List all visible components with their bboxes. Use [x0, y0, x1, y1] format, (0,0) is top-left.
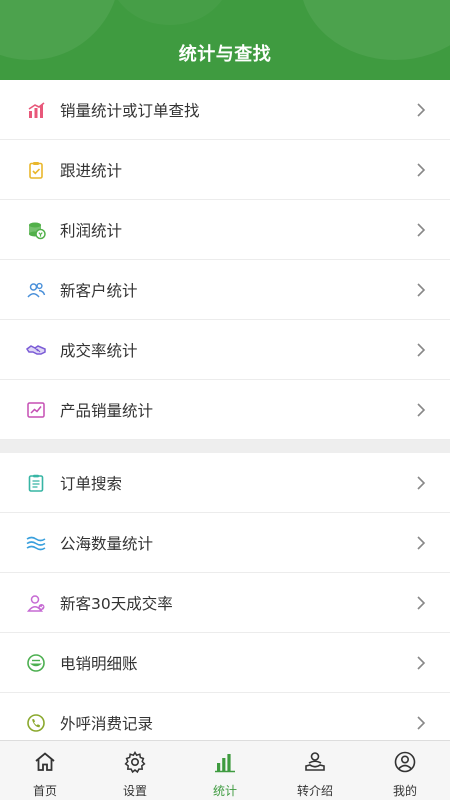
- menu-item-0-4[interactable]: 成交率统计: [0, 320, 450, 380]
- header-bar: 统计与查找: [0, 0, 450, 80]
- home-icon: [33, 750, 57, 778]
- bottom-navigation: 首页 设置 统计 转介绍 我的: [0, 740, 450, 800]
- document-icon: [25, 472, 47, 494]
- stats-icon: [213, 750, 237, 778]
- menu-item-label: 电销明细账: [60, 654, 138, 673]
- menu-item-0-0[interactable]: 销量统计或订单查找: [0, 80, 450, 140]
- menu-item-label: 利润统计: [60, 221, 123, 240]
- nav-tab-label: 转介绍: [296, 784, 333, 798]
- clipboard-check-icon: [25, 159, 47, 181]
- gear-icon: [123, 750, 147, 778]
- chevron-right-icon: [417, 403, 426, 417]
- chevron-right-icon: [417, 283, 426, 297]
- menu-item-0-2[interactable]: 利润统计: [0, 200, 450, 260]
- menu-item-1-3[interactable]: 电销明细账: [0, 633, 450, 693]
- nav-tab-label: 设置: [122, 784, 147, 798]
- menu-item-label: 销量统计或订单查找: [60, 101, 200, 120]
- nav-tab-4[interactable]: 我的: [360, 741, 450, 800]
- bar-chart-icon: [25, 99, 47, 121]
- users-icon: [25, 279, 47, 301]
- menu-item-0-3[interactable]: 新客户统计: [0, 260, 450, 320]
- chevron-right-icon: [417, 656, 426, 670]
- chevron-right-icon: [417, 103, 426, 117]
- nav-tab-2[interactable]: 统计: [180, 741, 270, 800]
- bowl-icon: [25, 652, 47, 674]
- waves-icon: [25, 532, 47, 554]
- chevron-right-icon: [417, 343, 426, 357]
- menu-item-1-0[interactable]: 订单搜索: [0, 453, 450, 513]
- nav-tab-label: 统计: [212, 784, 237, 798]
- nav-tab-label: 首页: [32, 784, 57, 798]
- nav-tab-1[interactable]: 设置: [90, 741, 180, 800]
- chevron-right-icon: [417, 536, 426, 550]
- phone-clock-icon: [25, 712, 47, 734]
- chevron-right-icon: [417, 163, 426, 177]
- menu-item-label: 跟进统计: [60, 161, 123, 180]
- menu-item-0-1[interactable]: 跟进统计: [0, 140, 450, 200]
- handshake-icon: [25, 339, 47, 361]
- menu-item-label: 产品销量统计: [60, 401, 154, 420]
- menu-item-0-5[interactable]: 产品销量统计: [0, 380, 450, 440]
- menu-item-label: 订单搜索: [60, 474, 123, 493]
- menu-item-1-1[interactable]: 公海数量统计: [0, 513, 450, 573]
- header-decoration: [110, 0, 230, 25]
- nav-tab-3[interactable]: 转介绍: [270, 741, 360, 800]
- page-title: 统计与查找: [178, 44, 272, 65]
- section-divider: [0, 440, 450, 453]
- coins-icon: [25, 219, 47, 241]
- referral-icon: [303, 750, 327, 778]
- search-menu-list: 订单搜索公海数量统计 新客30天成交率 电销明细账外呼消费记录: [0, 453, 450, 753]
- chevron-right-icon: [417, 596, 426, 610]
- nav-tab-0[interactable]: 首页: [0, 741, 90, 800]
- user-badge-icon: [25, 592, 47, 614]
- profile-icon: [393, 750, 417, 778]
- chevron-right-icon: [417, 716, 426, 730]
- menu-item-label: 公海数量统计: [60, 534, 154, 553]
- chevron-right-icon: [417, 223, 426, 237]
- stats-menu-list: 销量统计或订单查找 跟进统计利润统计新客户统计成交率统计产品销量统计: [0, 80, 450, 440]
- menu-item-label: 外呼消费记录: [60, 714, 154, 733]
- menu-item-label: 新客户统计: [60, 281, 138, 300]
- menu-item-label: 新客30天成交率: [60, 594, 173, 613]
- nav-tab-label: 我的: [392, 784, 417, 798]
- menu-item-1-2[interactable]: 新客30天成交率: [0, 573, 450, 633]
- menu-item-label: 成交率统计: [60, 341, 138, 360]
- chevron-right-icon: [417, 476, 426, 490]
- trend-chart-icon: [25, 399, 47, 421]
